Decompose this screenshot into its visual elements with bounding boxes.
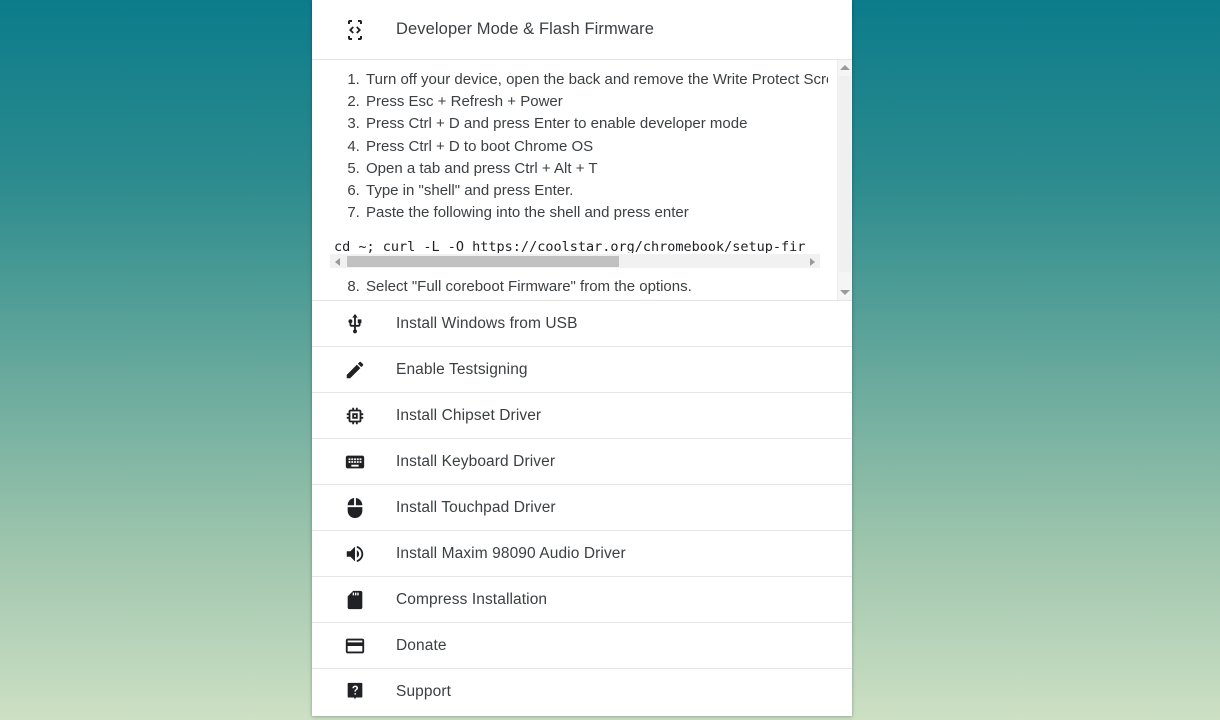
menu-item-compress-installation[interactable]: Compress Installation xyxy=(312,577,852,623)
speaker-icon xyxy=(342,542,368,566)
developer-mode-header[interactable]: Developer Mode & Flash Firmware xyxy=(312,0,852,60)
menu-item-label: Install Maxim 98090 Audio Driver xyxy=(396,544,626,562)
list-item: Press Esc + Refresh + Power xyxy=(364,91,828,113)
menu-item-install-audio-driver[interactable]: Install Maxim 98090 Audio Driver xyxy=(312,531,852,577)
menu-item-install-touchpad-driver[interactable]: Install Touchpad Driver xyxy=(312,485,852,531)
menu-item-label: Install Windows from USB xyxy=(396,314,578,332)
menu-item-label: Install Touchpad Driver xyxy=(396,498,556,516)
help-bubble-icon xyxy=(342,680,368,704)
usb-icon xyxy=(342,312,368,336)
code-block[interactable]: cd ~; curl -L -O https://coolstar.org/ch… xyxy=(330,234,820,269)
menu-item-install-keyboard-driver[interactable]: Install Keyboard Driver xyxy=(312,439,852,485)
list-item: Open a tab and press Ctrl + Alt + T xyxy=(364,158,828,180)
menu-item-label: Install Chipset Driver xyxy=(396,406,542,424)
scroll-up-arrow-icon[interactable] xyxy=(838,60,852,75)
menu-item-label: Enable Testsigning xyxy=(396,360,528,378)
menu-item-label: Install Keyboard Driver xyxy=(396,452,556,470)
scroll-down-arrow-icon[interactable] xyxy=(838,285,852,300)
menu-item-label: Support xyxy=(396,683,451,700)
list-item: Type in "shell" and press Enter. xyxy=(364,180,828,202)
menu-item-donate[interactable]: Donate xyxy=(312,623,852,669)
list-item: Press Ctrl + D and press Enter to enable… xyxy=(364,113,828,135)
list-item: Press Ctrl + D to boot Chrome OS xyxy=(364,136,828,158)
chip-icon xyxy=(342,404,368,428)
mouse-icon xyxy=(342,496,368,520)
instructions-viewport: Turn off your device, open the back and … xyxy=(312,60,828,300)
code-scrollbar-thumb[interactable] xyxy=(347,256,619,268)
menu-item-install-chipset-driver[interactable]: Install Chipset Driver xyxy=(312,393,852,439)
developer-mode-icon xyxy=(342,17,368,43)
instructions-scroll-region[interactable]: Turn off your device, open the back and … xyxy=(312,60,852,301)
menu-item-enable-testsigning[interactable]: Enable Testsigning xyxy=(312,347,852,393)
code-text: cd ~; curl -L -O https://coolstar.org/ch… xyxy=(334,239,806,254)
sd-card-icon xyxy=(342,588,368,612)
menu-item-label: Donate xyxy=(396,636,447,654)
keyboard-icon xyxy=(342,450,368,474)
code-horizontal-scrollbar[interactable] xyxy=(330,253,820,269)
list-item: Turn off your device, open the back and … xyxy=(364,69,828,91)
instructions-list: Turn off your device, open the back and … xyxy=(312,60,828,299)
instructions-scrollbar-thumb[interactable] xyxy=(839,76,851,272)
instructions-vertical-scrollbar[interactable] xyxy=(837,60,852,300)
credit-card-icon xyxy=(342,634,368,658)
pencil-icon xyxy=(342,358,368,382)
scroll-left-arrow-icon[interactable] xyxy=(330,254,345,269)
list-item: Select "Full coreboot Firmware" from the… xyxy=(364,276,828,298)
list-item: Paste the following into the shell and p… xyxy=(330,202,828,269)
menu-item-support[interactable]: Support xyxy=(312,669,852,715)
menu-item-install-windows-from-usb[interactable]: Install Windows from USB xyxy=(312,301,852,347)
app-root: Developer Mode & Flash Firmware Turn off… xyxy=(0,0,1220,720)
header-title: Developer Mode & Flash Firmware xyxy=(396,20,655,38)
main-panel: Developer Mode & Flash Firmware Turn off… xyxy=(312,0,852,716)
scroll-right-arrow-icon[interactable] xyxy=(805,254,820,269)
menu-item-label: Compress Installation xyxy=(396,590,548,608)
